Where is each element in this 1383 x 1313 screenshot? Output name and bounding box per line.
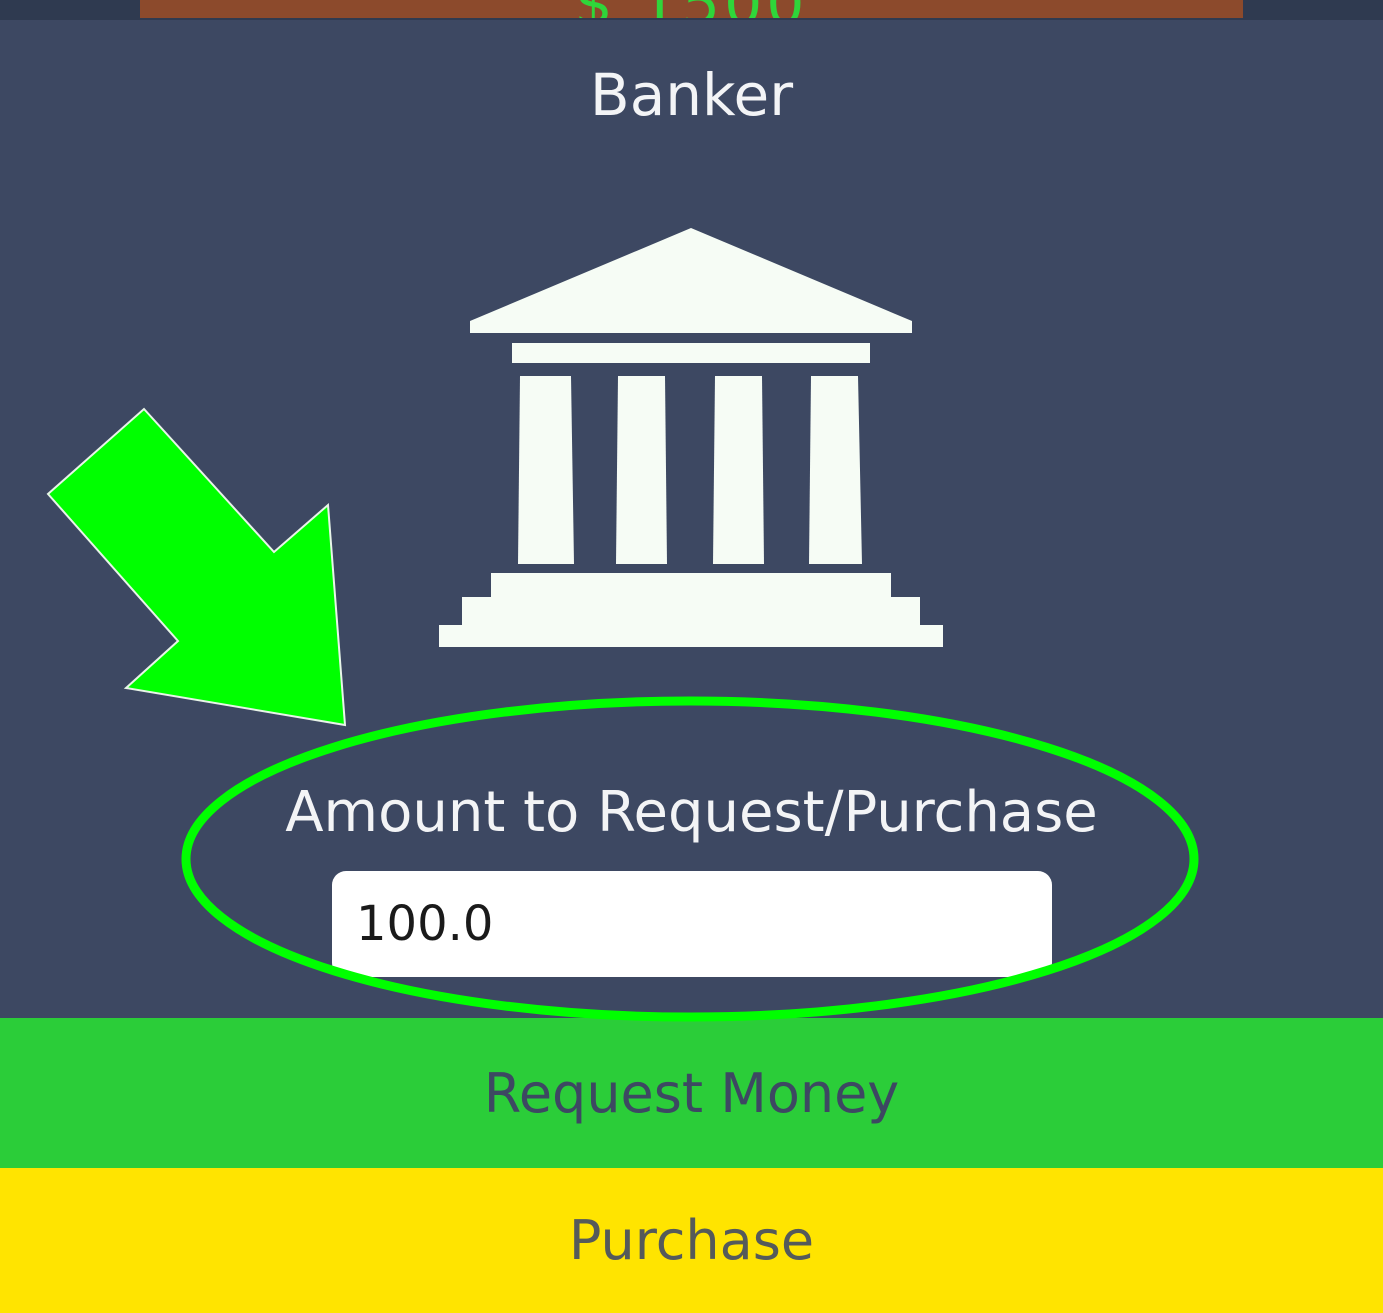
page-title: Banker (589, 61, 794, 129)
annotation-arrow-icon (46, 407, 347, 727)
banker-screen: $ 1500 Banker Amount to Request/Purchase… (0, 0, 1383, 1313)
request-money-button[interactable]: Request Money (0, 1018, 1383, 1168)
balance-amount: $ 1500 (140, 0, 1243, 18)
purchase-button[interactable]: Purchase (0, 1168, 1383, 1313)
amount-input[interactable] (332, 871, 1052, 977)
bank-building-icon (439, 228, 943, 647)
amount-label: Amount to Request/Purchase (285, 780, 1098, 845)
balance-banner: $ 1500 (140, 0, 1243, 18)
